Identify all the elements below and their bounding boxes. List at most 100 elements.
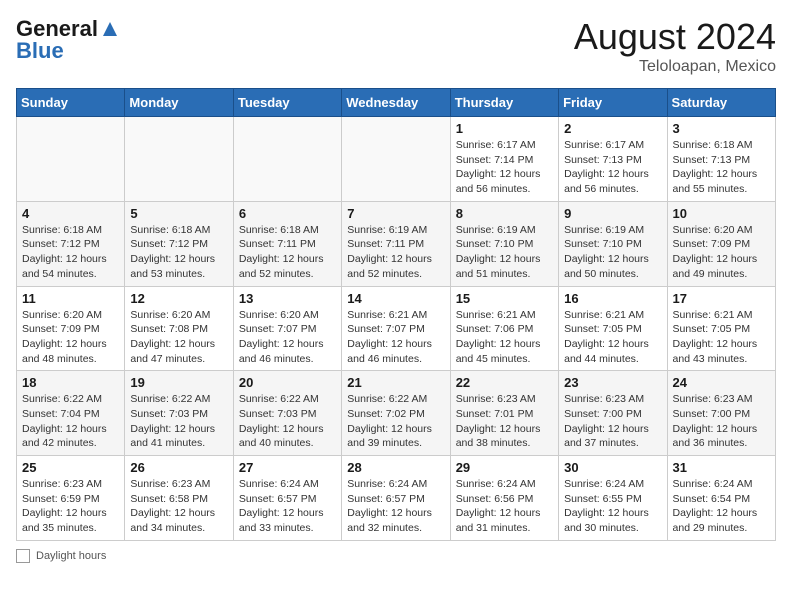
day-number: 1 (456, 121, 553, 136)
day-number: 14 (347, 291, 444, 306)
day-info: Sunrise: 6:20 AM Sunset: 7:09 PM Dayligh… (22, 308, 119, 367)
day-info: Sunrise: 6:18 AM Sunset: 7:11 PM Dayligh… (239, 223, 336, 282)
calendar-week-2: 4 Sunrise: 6:18 AM Sunset: 7:12 PM Daylig… (17, 201, 776, 286)
calendar-cell: 2Sunrise: 6:17 AM Sunset: 7:13 PM Daylig… (559, 117, 667, 202)
calendar-cell (125, 117, 233, 202)
day-info: Sunrise: 6:22 AM Sunset: 7:02 PM Dayligh… (347, 392, 444, 451)
day-info: Sunrise: 6:21 AM Sunset: 7:07 PM Dayligh… (347, 308, 444, 367)
day-info: Sunrise: 6:23 AM Sunset: 7:01 PM Dayligh… (456, 392, 553, 451)
day-number: 28 (347, 460, 444, 475)
day-number: 12 (130, 291, 227, 306)
calendar-cell: 25 Sunrise: 6:23 AM Sunset: 6:59 PM Dayli… (17, 456, 125, 541)
location: Teloloapan, Mexico (574, 58, 776, 76)
calendar-cell: 4 Sunrise: 6:18 AM Sunset: 7:12 PM Daylig… (17, 201, 125, 286)
day-info: Sunrise: 6:18 AM Sunset: 7:13 PM Dayligh… (673, 138, 770, 197)
calendar-cell: 29 Sunrise: 6:24 AM Sunset: 6:56 PM Dayli… (450, 456, 558, 541)
day-number: 16 (564, 291, 661, 306)
day-info: Sunrise: 6:21 AM Sunset: 7:05 PM Dayligh… (673, 308, 770, 367)
calendar-cell: 5 Sunrise: 6:18 AM Sunset: 7:12 PM Daylig… (125, 201, 233, 286)
day-number: 25 (22, 460, 119, 475)
calendar-cell: 18 Sunrise: 6:22 AM Sunset: 7:04 PM Dayli… (17, 371, 125, 456)
calendar-week-3: 11 Sunrise: 6:20 AM Sunset: 7:09 PM Dayli… (17, 286, 776, 371)
month-year: August 2024 (574, 16, 776, 58)
day-info: Sunrise: 6:20 AM Sunset: 7:08 PM Dayligh… (130, 308, 227, 367)
day-info: Sunrise: 6:23 AM Sunset: 6:59 PM Dayligh… (22, 477, 119, 536)
calendar-cell: 26Sunrise: 6:23 AM Sunset: 6:58 PM Dayli… (125, 456, 233, 541)
logo-blue: Blue (16, 38, 64, 64)
day-number: 23 (564, 375, 661, 390)
day-info: Sunrise: 6:17 AM Sunset: 7:13 PM Dayligh… (564, 138, 661, 197)
calendar-week-5: 25 Sunrise: 6:23 AM Sunset: 6:59 PM Dayli… (17, 456, 776, 541)
calendar-cell: 17 Sunrise: 6:21 AM Sunset: 7:05 PM Dayli… (667, 286, 775, 371)
day-number: 11 (22, 291, 119, 306)
calendar-cell: 1 Sunrise: 6:17 AM Sunset: 7:14 PM Daylig… (450, 117, 558, 202)
day-info: Sunrise: 6:24 AM Sunset: 6:57 PM Dayligh… (239, 477, 336, 536)
calendar-cell (233, 117, 341, 202)
day-info: Sunrise: 6:19 AM Sunset: 7:10 PM Dayligh… (456, 223, 553, 282)
day-info: Sunrise: 6:21 AM Sunset: 7:06 PM Dayligh… (456, 308, 553, 367)
col-header-monday: Monday (125, 89, 233, 117)
day-info: Sunrise: 6:17 AM Sunset: 7:14 PM Dayligh… (456, 138, 553, 197)
day-info: Sunrise: 6:19 AM Sunset: 7:10 PM Dayligh… (564, 223, 661, 282)
day-number: 18 (22, 375, 119, 390)
day-number: 20 (239, 375, 336, 390)
calendar-cell: 20Sunrise: 6:22 AM Sunset: 7:03 PM Dayli… (233, 371, 341, 456)
day-number: 8 (456, 206, 553, 221)
day-info: Sunrise: 6:24 AM Sunset: 6:54 PM Dayligh… (673, 477, 770, 536)
col-header-thursday: Thursday (450, 89, 558, 117)
calendar-cell: 15Sunrise: 6:21 AM Sunset: 7:06 PM Dayli… (450, 286, 558, 371)
day-number: 4 (22, 206, 119, 221)
calendar-cell: 28 Sunrise: 6:24 AM Sunset: 6:57 PM Dayli… (342, 456, 450, 541)
calendar-cell: 9 Sunrise: 6:19 AM Sunset: 7:10 PM Daylig… (559, 201, 667, 286)
day-number: 13 (239, 291, 336, 306)
day-info: Sunrise: 6:19 AM Sunset: 7:11 PM Dayligh… (347, 223, 444, 282)
day-info: Sunrise: 6:23 AM Sunset: 7:00 PM Dayligh… (564, 392, 661, 451)
calendar-cell: 30 Sunrise: 6:24 AM Sunset: 6:55 PM Dayli… (559, 456, 667, 541)
day-info: Sunrise: 6:18 AM Sunset: 7:12 PM Dayligh… (130, 223, 227, 282)
day-info: Sunrise: 6:24 AM Sunset: 6:56 PM Dayligh… (456, 477, 553, 536)
day-info: Sunrise: 6:23 AM Sunset: 7:00 PM Dayligh… (673, 392, 770, 451)
day-number: 21 (347, 375, 444, 390)
day-info: Sunrise: 6:20 AM Sunset: 7:07 PM Dayligh… (239, 308, 336, 367)
calendar-cell: 23 Sunrise: 6:23 AM Sunset: 7:00 PM Dayli… (559, 371, 667, 456)
day-number: 6 (239, 206, 336, 221)
daylight-box (16, 549, 30, 563)
day-info: Sunrise: 6:22 AM Sunset: 7:04 PM Dayligh… (22, 392, 119, 451)
col-header-wednesday: Wednesday (342, 89, 450, 117)
calendar-cell: 14 Sunrise: 6:21 AM Sunset: 7:07 PM Dayli… (342, 286, 450, 371)
calendar-week-4: 18 Sunrise: 6:22 AM Sunset: 7:04 PM Dayli… (17, 371, 776, 456)
day-number: 29 (456, 460, 553, 475)
calendar: SundayMondayTuesdayWednesdayThursdayFrid… (16, 88, 776, 541)
day-info: Sunrise: 6:24 AM Sunset: 6:57 PM Dayligh… (347, 477, 444, 536)
day-info: Sunrise: 6:18 AM Sunset: 7:12 PM Dayligh… (22, 223, 119, 282)
calendar-cell: 12 Sunrise: 6:20 AM Sunset: 7:08 PM Dayli… (125, 286, 233, 371)
col-header-saturday: Saturday (667, 89, 775, 117)
day-info: Sunrise: 6:21 AM Sunset: 7:05 PM Dayligh… (564, 308, 661, 367)
logo: General Blue (16, 16, 122, 64)
calendar-cell: 24 Sunrise: 6:23 AM Sunset: 7:00 PM Dayli… (667, 371, 775, 456)
title-area: August 2024 Teloloapan, Mexico (574, 16, 776, 76)
col-header-sunday: Sunday (17, 89, 125, 117)
header: General Blue August 2024 Teloloapan, Mex… (16, 16, 776, 76)
calendar-cell: 22 Sunrise: 6:23 AM Sunset: 7:01 PM Dayli… (450, 371, 558, 456)
day-number: 17 (673, 291, 770, 306)
day-number: 31 (673, 460, 770, 475)
day-number: 30 (564, 460, 661, 475)
calendar-week-1: 1 Sunrise: 6:17 AM Sunset: 7:14 PM Daylig… (17, 117, 776, 202)
day-info: Sunrise: 6:22 AM Sunset: 7:03 PM Dayligh… (130, 392, 227, 451)
calendar-cell: 7 Sunrise: 6:19 AM Sunset: 7:11 PM Daylig… (342, 201, 450, 286)
day-number: 7 (347, 206, 444, 221)
calendar-cell: 21 Sunrise: 6:22 AM Sunset: 7:02 PM Dayli… (342, 371, 450, 456)
calendar-cell: 11 Sunrise: 6:20 AM Sunset: 7:09 PM Dayli… (17, 286, 125, 371)
calendar-cell: 10Sunrise: 6:20 AM Sunset: 7:09 PM Dayli… (667, 201, 775, 286)
day-number: 24 (673, 375, 770, 390)
calendar-header-row: SundayMondayTuesdayWednesdayThursdayFrid… (17, 89, 776, 117)
day-number: 5 (130, 206, 227, 221)
calendar-cell: 19Sunrise: 6:22 AM Sunset: 7:03 PM Dayli… (125, 371, 233, 456)
calendar-cell (342, 117, 450, 202)
day-number: 9 (564, 206, 661, 221)
day-info: Sunrise: 6:24 AM Sunset: 6:55 PM Dayligh… (564, 477, 661, 536)
col-header-tuesday: Tuesday (233, 89, 341, 117)
day-number: 22 (456, 375, 553, 390)
calendar-cell: 27Sunrise: 6:24 AM Sunset: 6:57 PM Dayli… (233, 456, 341, 541)
